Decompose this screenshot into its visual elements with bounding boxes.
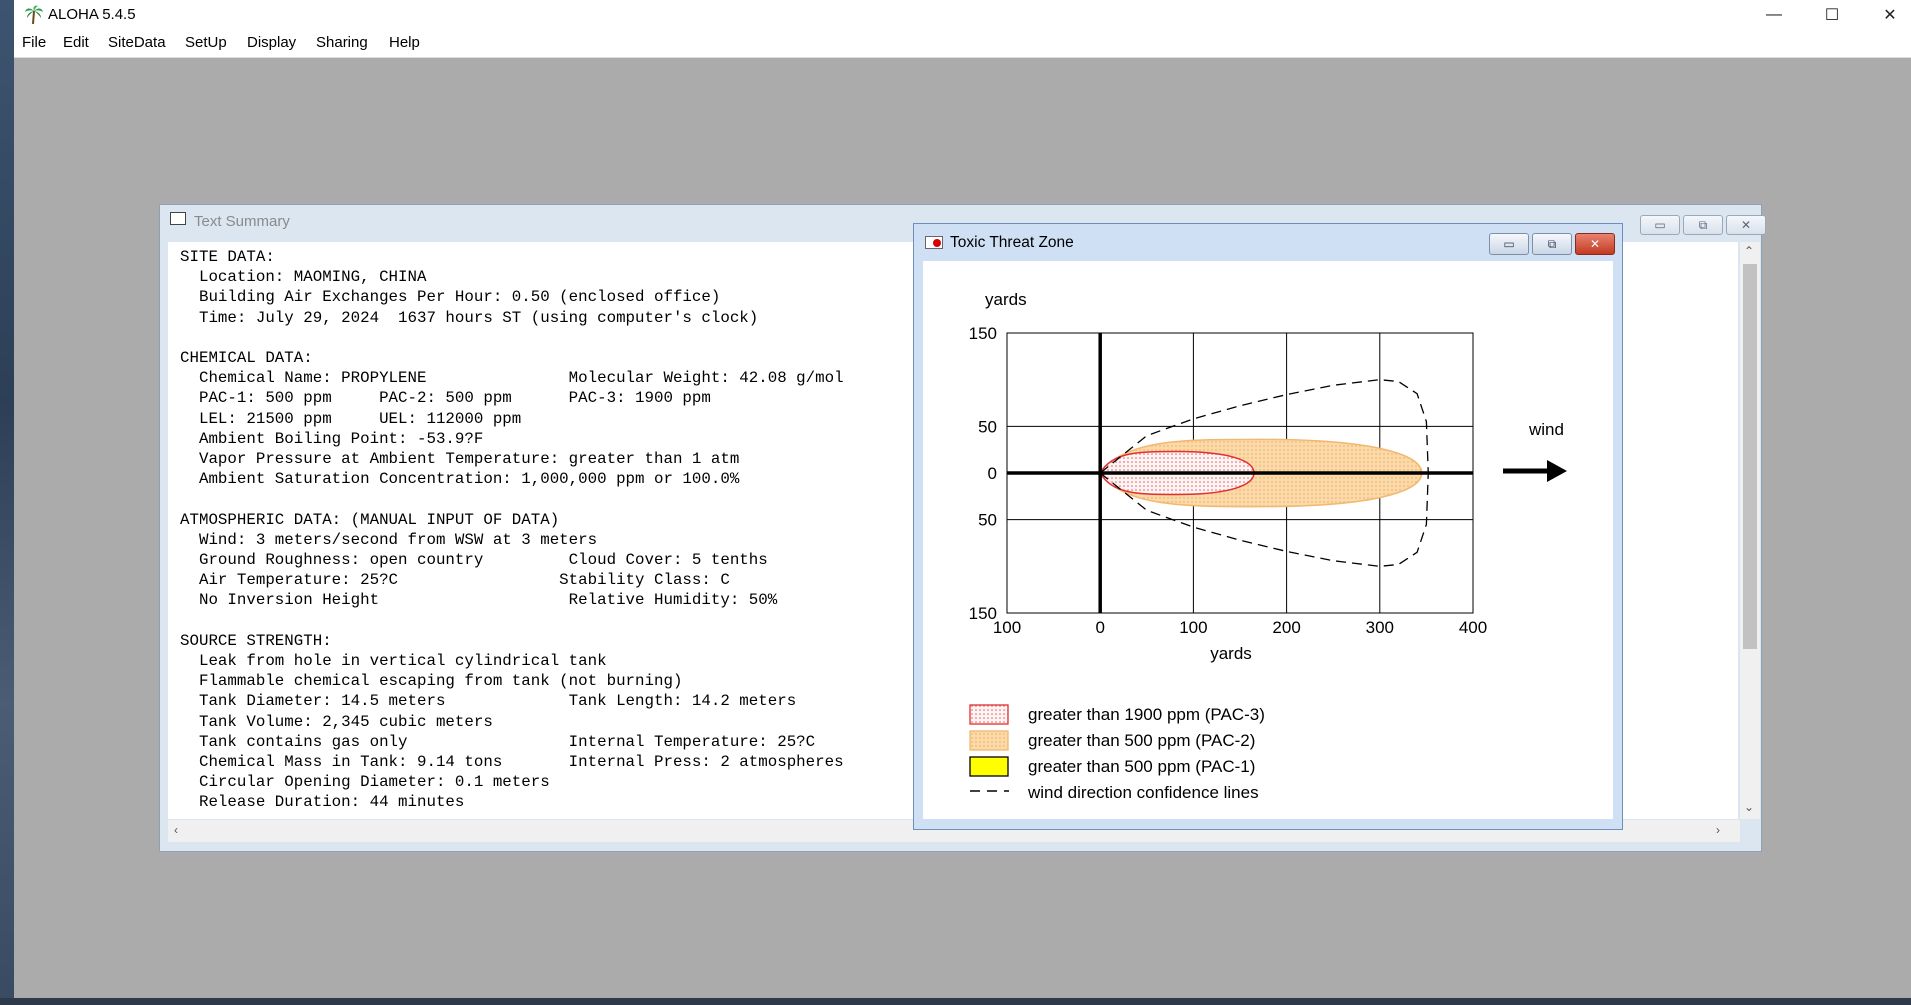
restore-icon: ⧉ [1547, 236, 1557, 251]
minimize-button[interactable]: — [1745, 0, 1803, 30]
app-title: ALOHA 5.4.5 [48, 6, 136, 23]
menu-bar: File Edit SiteData SetUp Display Sharing… [14, 30, 1911, 58]
legend-swatch-pac3 [969, 704, 1009, 725]
menu-sitedata[interactable]: SiteData [108, 34, 166, 51]
y-tick-label: 0 [988, 464, 997, 483]
restore-icon: ⧉ [1698, 217, 1708, 232]
close-icon: ✕ [1883, 7, 1897, 24]
menu-edit[interactable]: Edit [63, 34, 89, 51]
minimize-icon: ▭ [1503, 237, 1515, 251]
close-icon: ✕ [1740, 218, 1752, 232]
summary-line: Ambient Saturation Concentration: 1,000,… [180, 470, 740, 489]
summary-line: Ambient Boiling Point: -53.9?F [180, 429, 484, 448]
legend-swatch-pac1 [969, 756, 1009, 777]
text-summary-close-button[interactable]: ✕ [1726, 215, 1766, 235]
scroll-up-icon[interactable]: ⌃ [1744, 244, 1754, 258]
legend-label: greater than 500 ppm (PAC-2) [1028, 731, 1255, 750]
taskbar-edge [0, 998, 1911, 1005]
summary-line: Vapor Pressure at Ambient Temperature: g… [180, 450, 740, 468]
summary-line: ATMOSPHERIC DATA: (MANUAL INPUT OF DATA) [180, 510, 560, 529]
text-summary-minimize-button[interactable]: ▭ [1640, 215, 1680, 235]
y-tick-label: 50 [978, 511, 997, 530]
palm-tree-icon [24, 5, 44, 25]
summary-line: Chemical Name: PROPYLENE Molecular Weigh… [180, 369, 844, 388]
x-tick-label: 400 [1459, 618, 1487, 637]
y-tick-label: 150 [969, 604, 997, 623]
summary-line: Tank contains gas only Internal Temperat… [180, 732, 816, 751]
threat-zone-chart: 100 0 100 200 300 400 150 50 0 50 150 yards yards wi… [969, 290, 1567, 802]
document-icon [170, 212, 186, 225]
summary-line: Circular Opening Diameter: 0.1 meters [180, 773, 550, 792]
summary-line: LEL: 21500 ppm UEL: 112000 ppm [180, 409, 522, 428]
scroll-right-icon[interactable]: › [1716, 823, 1720, 837]
summary-line: CHEMICAL DATA: [180, 349, 313, 367]
y-axis-label: yards [985, 290, 1027, 309]
scroll-left-icon[interactable]: ‹ [174, 823, 178, 837]
summary-line: Chemical Mass in Tank: 9.14 tons Interna… [180, 753, 844, 771]
menu-file[interactable]: File [22, 34, 46, 51]
x-axis-label: yards [1210, 644, 1252, 663]
threat-zone-title: Toxic Threat Zone [950, 234, 1074, 251]
summary-line: SOURCE STRENGTH: [180, 631, 332, 650]
summary-line: PAC-1: 500 ppm PAC-2: 500 ppm PAC-3: 190… [180, 389, 711, 408]
x-tick-label: 200 [1272, 618, 1300, 637]
scroll-down-icon[interactable]: ⌄ [1744, 800, 1754, 814]
wind-arrow-icon [1547, 460, 1567, 482]
summary-line: Flammable chemical escaping from tank (n… [180, 672, 683, 691]
minimize-icon: ▭ [1654, 218, 1666, 232]
menu-display[interactable]: Display [247, 34, 296, 51]
close-button[interactable]: ✕ [1861, 0, 1911, 30]
summary-line: Air Temperature: 25?C Stability Class: C [180, 571, 730, 590]
summary-line: Time: July 29, 2024 1637 hours ST (using… [180, 308, 759, 327]
threat-zone-icon [925, 236, 943, 249]
threat-zone-close-button[interactable]: ✕ [1575, 233, 1615, 255]
mdi-workspace: Text Summary ▭ ⧉ ✕ SITE DATA: Location: … [14, 58, 1911, 998]
x-tick-label: 100 [993, 618, 1021, 637]
wind-label: wind [1528, 420, 1564, 439]
legend-label: greater than 500 ppm (PAC-1) [1028, 757, 1255, 776]
aloha-main-window: ALOHA 5.4.5 — ☐ ✕ File Edit SiteData Set… [14, 0, 1911, 998]
close-icon: ✕ [1589, 237, 1601, 251]
summary-line: SITE DATA: [180, 248, 275, 266]
x-tick-label: 100 [1179, 618, 1207, 637]
summary-line: Building Air Exchanges Per Hour: 0.50 (e… [180, 288, 721, 307]
app-titlebar[interactable]: ALOHA 5.4.5 — ☐ ✕ [14, 0, 1911, 30]
y-tick-label: 150 [969, 324, 997, 343]
vertical-scrollbar[interactable]: ⌃ ⌄ [1740, 242, 1760, 819]
summary-line: Leak from hole in vertical cylindrical t… [180, 652, 607, 670]
summary-line: No Inversion Height Relative Humidity: 5… [180, 591, 778, 610]
maximize-icon: ☐ [1824, 7, 1840, 24]
desktop-background [0, 0, 14, 1005]
summary-line: Location: MAOMING, CHINA [180, 268, 427, 287]
y-tick-label: 50 [978, 417, 997, 436]
text-summary-restore-button[interactable]: ⧉ [1683, 215, 1723, 235]
threat-zone-window[interactable]: Toxic Threat Zone ▭ ⧉ ✕ 100 0 100 200 30… [913, 223, 1623, 830]
x-tick-label: 300 [1366, 618, 1394, 637]
summary-line: Tank Volume: 2,345 cubic meters [180, 712, 493, 731]
threat-zone-plot-area: 100 0 100 200 300 400 150 50 0 50 150 yards yards wi… [923, 261, 1613, 819]
minimize-icon: — [1766, 6, 1782, 23]
menu-setup[interactable]: SetUp [185, 34, 227, 51]
legend-label: wind direction confidence lines [1027, 783, 1259, 802]
summary-line: Wind: 3 meters/second from WSW at 3 mete… [180, 530, 598, 549]
menu-help[interactable]: Help [389, 34, 420, 51]
x-tick-label: 0 [1095, 618, 1104, 637]
summary-line: Release Duration: 44 minutes [180, 793, 465, 812]
legend-swatch-pac2 [969, 730, 1009, 751]
threat-zone-restore-button[interactable]: ⧉ [1532, 233, 1572, 255]
summary-line: Tank Diameter: 14.5 meters Tank Length: … [180, 692, 797, 711]
threat-zone-minimize-button[interactable]: ▭ [1489, 233, 1529, 255]
legend-label: greater than 1900 ppm (PAC-3) [1028, 705, 1265, 724]
summary-line: Ground Roughness: open country Cloud Cov… [180, 551, 768, 569]
text-summary-title: Text Summary [194, 213, 290, 230]
maximize-button[interactable]: ☐ [1803, 0, 1861, 30]
scrollbar-thumb[interactable] [1743, 264, 1757, 649]
menu-sharing[interactable]: Sharing [316, 34, 368, 51]
